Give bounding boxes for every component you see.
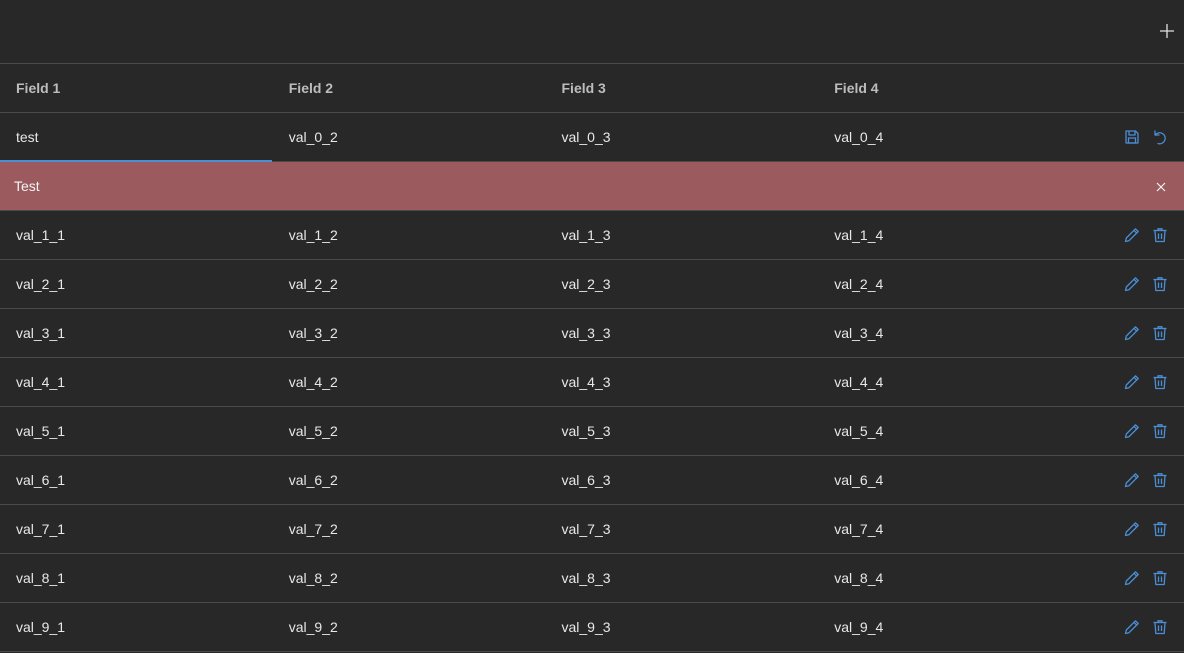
plus-icon[interactable] xyxy=(1159,23,1175,39)
pencil-icon[interactable] xyxy=(1124,423,1140,439)
row-actions xyxy=(1124,554,1168,602)
column-header-field-1[interactable]: Field 1 xyxy=(0,80,273,96)
table-cell: val_3_1 xyxy=(16,325,66,341)
table-cell: val_5_2 xyxy=(288,423,338,439)
row-actions xyxy=(1124,309,1168,357)
close-icon[interactable] xyxy=(1155,180,1167,192)
table-cell: val_9_1 xyxy=(16,619,66,635)
column-header-field-2[interactable]: Field 2 xyxy=(273,80,546,96)
trash-icon[interactable] xyxy=(1152,472,1168,488)
table-cell: val_1_4 xyxy=(834,227,884,243)
row-actions xyxy=(1124,211,1168,259)
table-cell: val_7_3 xyxy=(561,521,611,537)
table-toolbar xyxy=(0,0,1184,64)
table-cell: val_9_2 xyxy=(288,619,338,635)
editing-row: val_0_2 val_0_3 val_0_4 xyxy=(0,113,1184,162)
table-cell: val_7_2 xyxy=(288,521,338,537)
trash-icon[interactable] xyxy=(1152,276,1168,292)
table-cell: val_1_2 xyxy=(288,227,338,243)
table-cell: val_9_4 xyxy=(834,619,884,635)
table-cell: val_2_4 xyxy=(834,276,884,292)
table-cell: val_5_3 xyxy=(561,423,611,439)
table-body: val_1_1 val_1_2 val_1_3 val_1_4 val_2_1 val_2… xyxy=(0,211,1184,652)
table-header: Field 1 Field 2 Field 3 Field 4 xyxy=(0,64,1184,113)
table-cell: val_9_3 xyxy=(561,619,611,635)
pencil-icon[interactable] xyxy=(1124,374,1140,390)
table-cell: val_8_2 xyxy=(288,570,338,586)
table-cell: val_6_1 xyxy=(16,472,66,488)
pencil-icon[interactable] xyxy=(1124,227,1140,243)
row-actions xyxy=(1124,505,1168,553)
table-cell: val_4_2 xyxy=(288,374,338,390)
table-cell: val_7_4 xyxy=(834,521,884,537)
table-cell: val_6_2 xyxy=(288,472,338,488)
table-cell: val_1_3 xyxy=(561,227,611,243)
table-cell: val_4_4 xyxy=(834,374,884,390)
table-cell: val_8_1 xyxy=(16,570,66,586)
save-icon[interactable] xyxy=(1124,129,1140,145)
column-header-field-3[interactable]: Field 3 xyxy=(546,80,819,96)
table-row[interactable]: val_2_1 val_2_2 val_2_3 val_2_4 xyxy=(0,260,1184,309)
undo-icon[interactable] xyxy=(1152,129,1168,145)
table-cell: val_2_2 xyxy=(288,276,338,292)
row-actions xyxy=(1124,260,1168,308)
table-row[interactable]: val_7_1 val_7_2 val_7_3 val_7_4 xyxy=(0,505,1184,554)
pencil-icon[interactable] xyxy=(1124,521,1140,537)
row-actions xyxy=(1124,603,1168,651)
pencil-icon[interactable] xyxy=(1124,619,1140,635)
trash-icon[interactable] xyxy=(1152,374,1168,390)
table-cell: val_5_1 xyxy=(16,423,66,439)
table-cell: val_3_4 xyxy=(834,325,884,341)
row-actions xyxy=(1124,407,1168,455)
pencil-icon[interactable] xyxy=(1124,325,1140,341)
table-cell: val_3_3 xyxy=(561,325,611,341)
pencil-icon[interactable] xyxy=(1124,570,1140,586)
trash-icon[interactable] xyxy=(1152,619,1168,635)
table-row[interactable]: val_3_1 val_3_2 val_3_3 val_3_4 xyxy=(0,309,1184,358)
table-row[interactable]: val_9_1 val_9_2 val_9_3 val_9_4 xyxy=(0,603,1184,652)
table-cell: val_7_1 xyxy=(16,521,66,537)
pencil-icon[interactable] xyxy=(1124,472,1140,488)
table-row[interactable]: val_1_1 val_1_2 val_1_3 val_1_4 xyxy=(0,211,1184,260)
table-cell: val_0_4 xyxy=(834,129,884,145)
table-row[interactable]: val_8_1 val_8_2 val_8_3 val_8_4 xyxy=(0,554,1184,603)
table-cell: val_2_1 xyxy=(16,276,66,292)
error-message: Test xyxy=(14,178,40,194)
error-banner: Test xyxy=(0,162,1184,211)
edit-row-actions xyxy=(1124,113,1168,161)
column-header-field-4[interactable]: Field 4 xyxy=(818,80,1018,96)
table-cell: val_0_2 xyxy=(288,129,338,145)
table-cell: val_4_1 xyxy=(16,374,66,390)
table-cell: val_3_2 xyxy=(288,325,338,341)
table-row[interactable]: val_5_1 val_5_2 val_5_3 val_5_4 xyxy=(0,407,1184,456)
trash-icon[interactable] xyxy=(1152,423,1168,439)
table-cell: val_6_4 xyxy=(834,472,884,488)
table-cell: val_8_4 xyxy=(834,570,884,586)
table-cell: val_0_3 xyxy=(561,129,611,145)
table-cell: val_8_3 xyxy=(561,570,611,586)
table-cell: val_2_3 xyxy=(561,276,611,292)
trash-icon[interactable] xyxy=(1152,521,1168,537)
pencil-icon[interactable] xyxy=(1124,276,1140,292)
table-cell: val_6_3 xyxy=(561,472,611,488)
table-cell: val_4_3 xyxy=(561,374,611,390)
table-cell: val_5_4 xyxy=(834,423,884,439)
table-row[interactable]: val_6_1 val_6_2 val_6_3 val_6_4 xyxy=(0,456,1184,505)
row-actions xyxy=(1124,456,1168,504)
field-1-input[interactable] xyxy=(16,129,273,145)
trash-icon[interactable] xyxy=(1152,570,1168,586)
table-row[interactable]: val_4_1 val_4_2 val_4_3 val_4_4 xyxy=(0,358,1184,407)
field-1-edit-cell xyxy=(0,129,273,145)
trash-icon[interactable] xyxy=(1152,227,1168,243)
trash-icon[interactable] xyxy=(1152,325,1168,341)
table-cell: val_1_1 xyxy=(16,227,66,243)
row-actions xyxy=(1124,358,1168,406)
